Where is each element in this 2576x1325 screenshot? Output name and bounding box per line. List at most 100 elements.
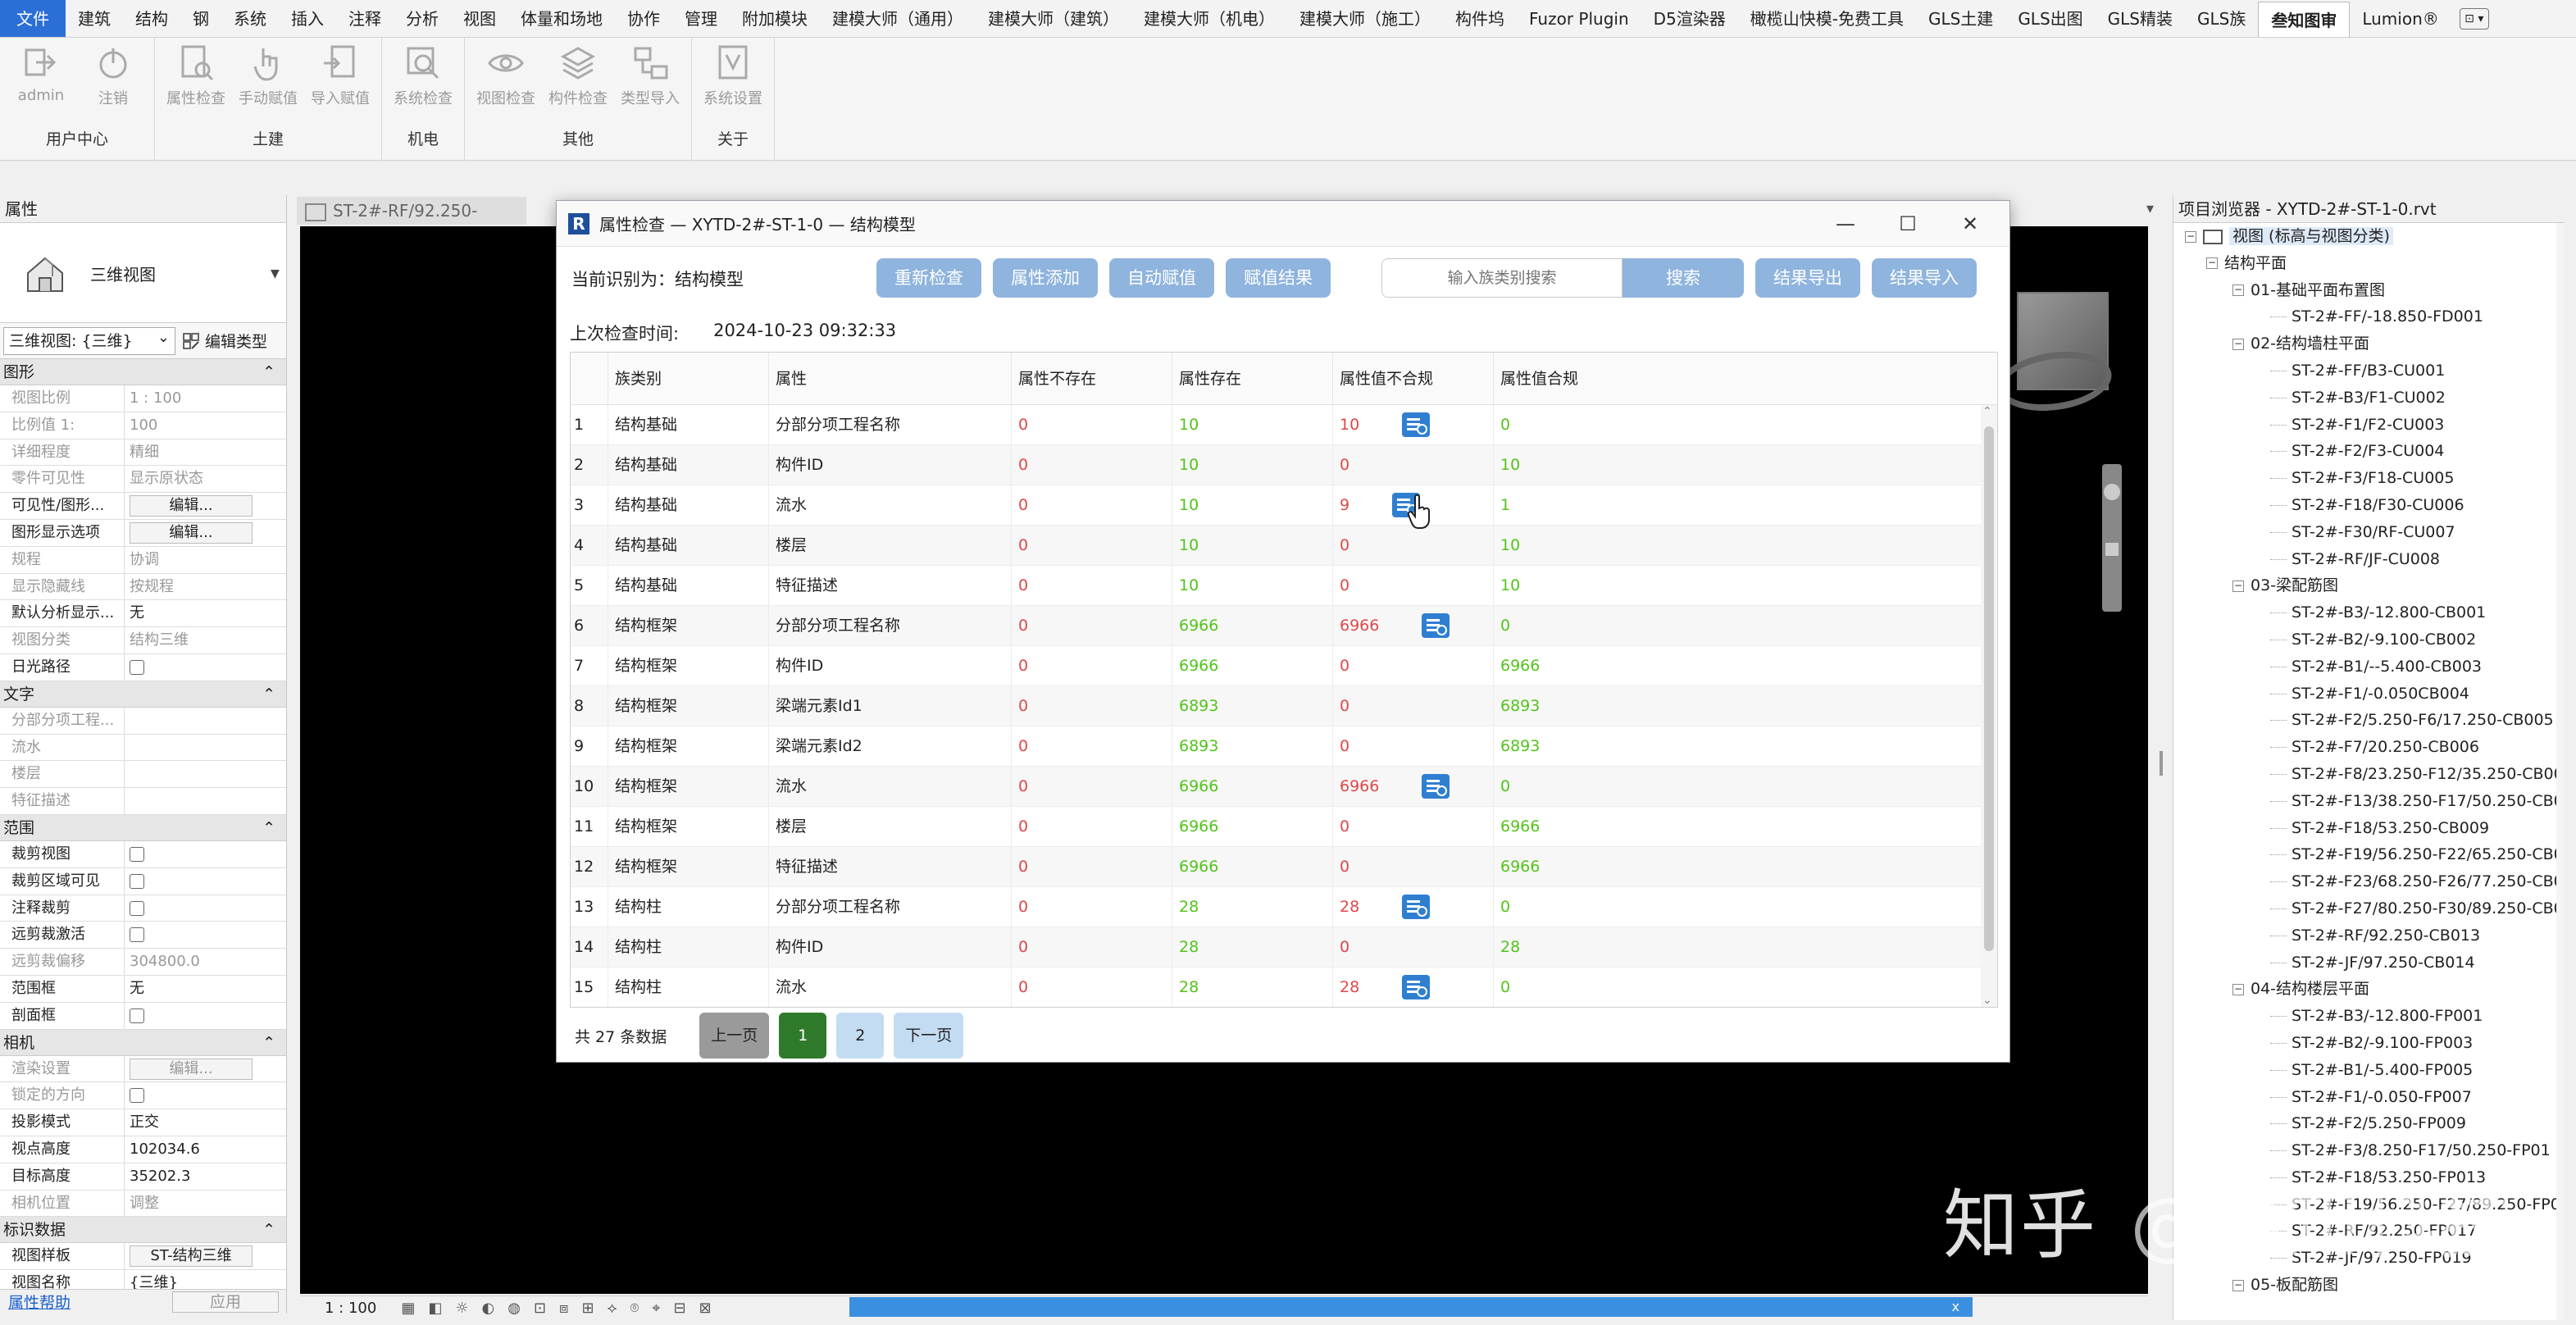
render-icon[interactable]: ◍ xyxy=(507,1300,521,1317)
menu-tab[interactable]: 建模大师（建筑） xyxy=(976,0,1131,37)
table-row[interactable]: 7 结构框架 构件ID 0 6966 0 6966 xyxy=(571,646,1997,686)
steering-wheel-icon[interactable] xyxy=(2104,484,2120,500)
shadows-icon[interactable]: ◐ xyxy=(482,1300,495,1317)
crop-region-icon[interactable]: ⧈ xyxy=(559,1300,568,1317)
close-icon[interactable]: ✕ xyxy=(1939,201,2001,247)
table-row[interactable]: 8 结构框架 梁端元素Id1 0 6893 0 6893 xyxy=(571,686,1997,726)
browser-tree-node[interactable]: ST-2#-F3/F18-CU005 xyxy=(2173,465,2565,492)
menu-tab[interactable]: GLS出图 xyxy=(2005,0,2095,37)
ribbon-button-property-check[interactable]: 属性检查 xyxy=(160,41,232,108)
properties-section-header[interactable]: 相机 ⌃ xyxy=(0,1029,286,1056)
menu-tab[interactable]: 体量和场地 xyxy=(508,0,615,37)
properties-section-header[interactable]: 图形 ⌃ xyxy=(0,359,286,385)
browser-tree-node[interactable]: ST-2#-F19/56.250-F22/65.250-CB0 xyxy=(2173,841,2565,868)
property-value[interactable]: 编辑... xyxy=(125,493,286,519)
menu-tab[interactable]: 建模大师（施工） xyxy=(1287,0,1443,37)
collapse-icon[interactable]: ⌃ xyxy=(262,1217,275,1242)
menu-tab[interactable]: GLS族 xyxy=(2185,0,2258,37)
browser-tree-node[interactable]: ST-2#-FF/B3-CU001 xyxy=(2173,357,2565,385)
table-row[interactable]: 3 结构基础 流水 0 10 9 1 xyxy=(571,485,1997,526)
browser-tree-node[interactable]: ST-2#-F18/53.250-CB009 xyxy=(2173,815,2565,842)
table-scrollbar[interactable]: ⌃ ⌄ xyxy=(1981,405,1997,1007)
menu-tab[interactable]: 构件坞 xyxy=(1443,0,1517,37)
table-row[interactable]: 12 结构框架 特征描述 0 6966 0 6966 xyxy=(571,847,1997,887)
property-value[interactable] xyxy=(125,922,286,948)
highlight-icon[interactable]: ⊠ xyxy=(699,1300,712,1317)
tree-collapse-icon[interactable]: − xyxy=(2232,338,2244,350)
browser-tree-node[interactable]: ST-2#-B3/-12.800-FP001 xyxy=(2173,1003,2565,1030)
detail-view-icon[interactable] xyxy=(1402,895,1431,919)
property-checkbox[interactable] xyxy=(130,659,144,675)
table-row[interactable]: 14 结构柱 构件ID 0 28 0 28 xyxy=(571,927,1997,968)
menu-tab[interactable]: 管理 xyxy=(672,0,730,37)
tree-collapse-icon[interactable]: − xyxy=(2185,230,2196,243)
table-row[interactable]: 5 结构基础 特征描述 0 10 0 10 xyxy=(571,566,1997,606)
analysis-icon[interactable]: ⌖ xyxy=(652,1300,660,1317)
browser-tree-node[interactable]: ST-2#-F1/-0.050CB004 xyxy=(2173,681,2565,708)
property-edit-button[interactable]: ST-结构三维 xyxy=(130,1245,253,1268)
menu-tab[interactable]: Lumion® xyxy=(2350,0,2451,37)
browser-tree-node[interactable]: ST-2#-F23/68.250-F26/77.250-CB0 xyxy=(2173,868,2565,895)
collapse-icon[interactable]: ⌃ xyxy=(262,815,275,840)
properties-help-link[interactable]: 属性帮助 xyxy=(8,1291,71,1313)
browser-tree-node[interactable]: ST-2#-F18/F30-CU006 xyxy=(2173,492,2565,519)
panel-collapse-icon[interactable]: ▾ xyxy=(2146,200,2154,217)
scroll-thumb[interactable] xyxy=(1984,426,1994,951)
menu-tab[interactable]: 结构 xyxy=(123,0,180,37)
properties-section-header[interactable]: 范围 ⌃ xyxy=(0,814,286,841)
menu-tab[interactable]: 插入 xyxy=(279,0,336,37)
property-edit-button[interactable]: 编辑... xyxy=(130,495,253,517)
ribbon-button-hand[interactable]: 手动赋值 xyxy=(232,41,304,108)
page-button-2[interactable]: 2 xyxy=(836,1013,885,1059)
property-value[interactable] xyxy=(125,654,286,681)
property-checkbox[interactable] xyxy=(130,927,144,943)
table-row[interactable]: 15 结构柱 流水 0 28 28 0 xyxy=(571,968,1997,1007)
menu-tab[interactable]: 建模大师（机电） xyxy=(1131,0,1287,37)
property-value[interactable]: 无 xyxy=(125,976,286,1002)
tree-collapse-icon[interactable]: − xyxy=(2206,257,2218,270)
browser-tree-node[interactable]: ST-2#-F27/80.250-F30/89.250-CB0 xyxy=(2173,895,2565,922)
view-tab[interactable]: ST-2#-RF/92.250-FP017 xyxy=(297,197,526,248)
property-edit-button[interactable]: 编辑... xyxy=(130,521,253,544)
detail-level-icon[interactable]: ▦ xyxy=(401,1300,415,1317)
lock-view-icon[interactable]: ⊞ xyxy=(581,1300,594,1317)
prev-page-button[interactable]: 上一页 xyxy=(699,1013,770,1059)
ribbon-button-import-assign[interactable]: 导入赋值 xyxy=(304,41,376,108)
browser-tree-node[interactable]: ST-2#-FF/-18.850-FD001 xyxy=(2173,303,2565,330)
ribbon-button-component[interactable]: 构件检查 xyxy=(542,41,614,108)
visual-style-icon[interactable]: ◧ xyxy=(428,1300,442,1317)
property-checkbox[interactable] xyxy=(130,873,144,889)
properties-section-header[interactable]: 标识数据 ⌃ xyxy=(0,1217,286,1244)
dialog-action-button[interactable]: 自动赋值 xyxy=(1109,258,1214,298)
dialog-action-button[interactable]: 赋值结果 xyxy=(1226,258,1331,298)
menu-tab[interactable]: 建筑 xyxy=(66,0,123,37)
export-results-button[interactable]: 结果导出 xyxy=(1755,258,1860,298)
next-page-button[interactable]: 下一页 xyxy=(894,1013,964,1059)
apply-button[interactable]: 应用 xyxy=(172,1291,279,1313)
browser-tree-node[interactable]: ST-2#-B1/-5.400-FP005 xyxy=(2173,1057,2565,1084)
browser-tree-node[interactable]: − 结构平面 xyxy=(2173,250,2565,277)
browser-tree-node[interactable]: − 视图 (标高与视图分类) xyxy=(2173,223,2565,250)
navigation-bar[interactable] xyxy=(2102,464,2122,612)
panel-splitter[interactable] xyxy=(2155,226,2168,1317)
browser-tree-node[interactable]: ST-2#-RF/92.250-CB013 xyxy=(2173,922,2565,949)
edit-type-button[interactable]: 编辑类型 xyxy=(182,330,267,352)
table-row[interactable]: 4 结构基础 楼层 0 10 0 10 xyxy=(571,526,1997,566)
property-value[interactable] xyxy=(125,895,286,922)
dialog-action-button[interactable]: 重新检查 xyxy=(876,258,981,298)
ribbon-button-system-check[interactable]: 系统检查 xyxy=(387,41,459,108)
tree-collapse-icon[interactable]: − xyxy=(2232,285,2244,297)
table-row[interactable]: 6 结构框架 分部分项工程名称 0 6966 6966 0 xyxy=(571,606,1997,646)
property-checkbox[interactable] xyxy=(130,1008,144,1023)
ribbon-button-settings-doc[interactable]: 系统设置 xyxy=(697,41,769,108)
property-checkbox[interactable] xyxy=(130,846,144,862)
menu-tab[interactable]: 协作 xyxy=(615,0,672,37)
worksharing-icon[interactable]: ⊟ xyxy=(673,1300,685,1317)
table-row[interactable]: 10 结构框架 流水 0 6966 6966 0 xyxy=(571,767,1997,807)
property-value[interactable]: 正交 xyxy=(125,1109,286,1136)
menu-tab[interactable]: 建模大师（通用） xyxy=(820,0,976,37)
property-edit-button[interactable]: 编辑... xyxy=(130,1058,253,1080)
menu-tab[interactable]: GLS土建 xyxy=(1916,0,2005,37)
menu-tab[interactable]: 附加模块 xyxy=(730,0,820,37)
chevron-down-icon[interactable]: ▼ xyxy=(271,267,286,280)
